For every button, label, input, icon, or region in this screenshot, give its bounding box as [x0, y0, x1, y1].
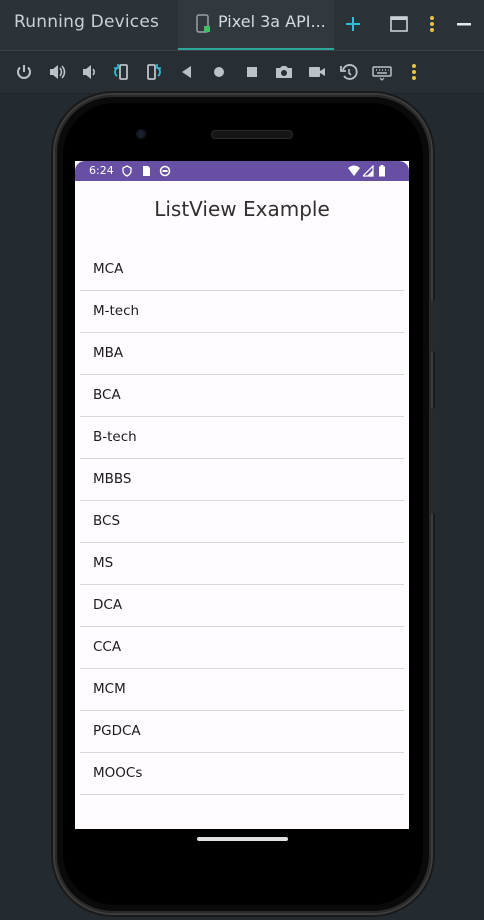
volume-up-icon[interactable]	[47, 62, 67, 82]
list-item[interactable]: MBA	[80, 333, 404, 375]
list-item[interactable]: MCA	[80, 249, 404, 291]
emulator-toolbar	[0, 51, 484, 94]
sd-card-icon	[143, 166, 150, 176]
title-bar: Running Devices Pixel 3a API...	[0, 0, 484, 51]
options-icon[interactable]	[421, 13, 443, 35]
minimize-icon[interactable]	[453, 13, 475, 35]
list-item-label: CCA	[93, 639, 122, 655]
list-item[interactable]: CCA	[80, 627, 404, 669]
list-item[interactable]: MOOCs	[80, 753, 404, 795]
list-item[interactable]: MBBS	[80, 459, 404, 501]
rotate-right-icon[interactable]	[144, 62, 164, 82]
list-item[interactable]: MS	[80, 543, 404, 585]
window-layout-icon[interactable]	[388, 13, 410, 35]
device-power-button[interactable]	[431, 408, 435, 514]
signal-icon	[363, 165, 374, 177]
sync-icon	[159, 165, 171, 177]
status-time: 6:24	[89, 164, 114, 177]
volume-down-icon[interactable]	[79, 62, 99, 82]
tab-pixel-3a[interactable]: Pixel 3a API...	[178, 0, 334, 50]
list-view[interactable]: MCA M-tech MBA BCA B-tech MBBS BCS MS DCA CCA MCM P…	[80, 249, 404, 795]
speaker-grille	[211, 130, 293, 139]
list-item-label: MBA	[93, 345, 124, 361]
list-item[interactable]: BCA	[80, 375, 404, 417]
device-icon	[196, 14, 210, 33]
list-item-label: MCM	[93, 681, 126, 697]
list-item-label: MOOCs	[93, 765, 143, 781]
list-item[interactable]: DCA	[80, 585, 404, 627]
device-screen[interactable]: 6:24 ListView Example MCA M-tech MBA BCA B-t…	[75, 161, 409, 829]
list-item-label: PGDCA	[93, 723, 141, 739]
tab-label: Pixel 3a API...	[218, 12, 326, 31]
list-item[interactable]: PGDCA	[80, 711, 404, 753]
list-item-label: BCS	[93, 513, 121, 529]
list-item-label: B-tech	[93, 429, 137, 445]
snapshot-icon[interactable]	[339, 62, 359, 82]
list-item-label: MS	[93, 555, 114, 571]
battery-icon	[379, 165, 385, 177]
screen-record-icon[interactable]	[307, 62, 327, 82]
shield-icon	[122, 165, 132, 177]
list-item[interactable]: BCS	[80, 501, 404, 543]
front-camera-icon	[136, 129, 146, 139]
camera-icon[interactable]	[274, 62, 294, 82]
status-bar: 6:24	[75, 161, 409, 181]
overview-icon[interactable]	[242, 62, 262, 82]
gesture-nav-handle[interactable]	[197, 837, 288, 841]
list-item-label: M-tech	[93, 303, 140, 319]
back-icon[interactable]	[177, 62, 197, 82]
rotate-left-icon[interactable]	[111, 62, 131, 82]
more-vertical-icon[interactable]	[404, 62, 424, 82]
list-item-label: MCA	[93, 261, 124, 277]
list-item-label: DCA	[93, 597, 123, 613]
power-icon[interactable]	[14, 62, 34, 82]
home-icon[interactable]	[209, 62, 229, 82]
list-item-label: MBBS	[93, 471, 132, 487]
list-item-label: BCA	[93, 387, 121, 403]
wifi-icon	[348, 165, 360, 176]
app-title: ListView Example	[154, 197, 330, 221]
list-item[interactable]: MCM	[80, 669, 404, 711]
add-device-icon[interactable]	[342, 13, 364, 35]
list-item[interactable]: M-tech	[80, 291, 404, 333]
list-item[interactable]: B-tech	[80, 417, 404, 459]
device-volume-button[interactable]	[431, 300, 435, 352]
keyboard-icon[interactable]	[372, 62, 392, 82]
window-title: Running Devices	[14, 12, 160, 32]
